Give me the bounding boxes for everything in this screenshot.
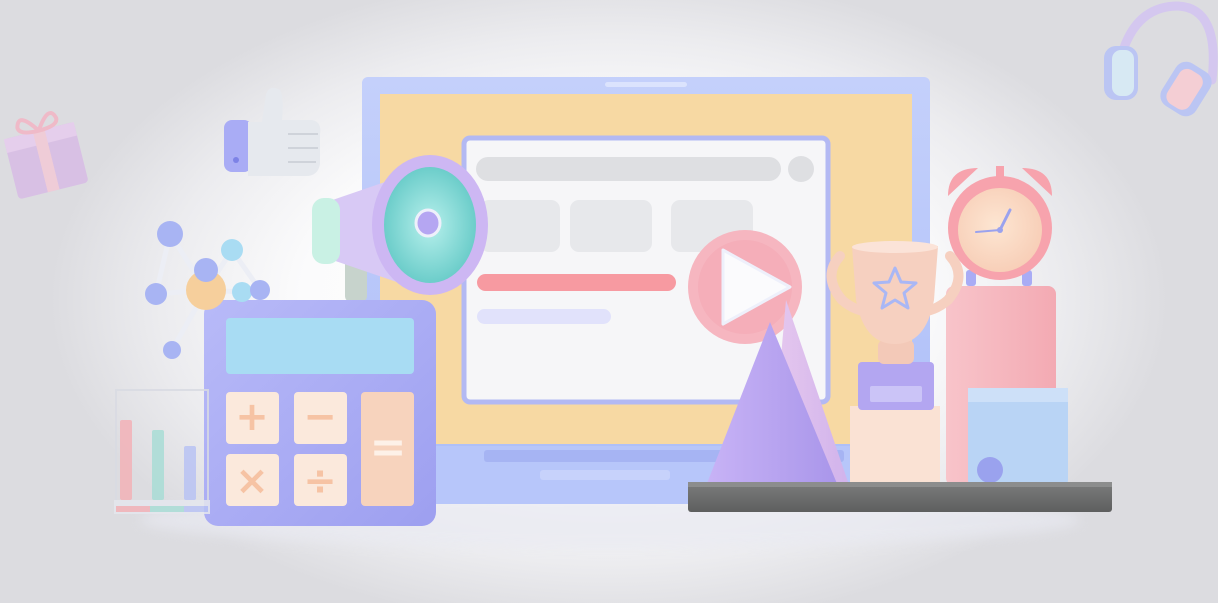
laptop-trackpad bbox=[540, 470, 670, 480]
calc-key-divide-label: ÷ bbox=[303, 458, 337, 504]
illustration-scene: + − × ÷ = bbox=[0, 0, 1218, 603]
alarm-clock-model bbox=[948, 166, 1052, 286]
calc-key-equals-label: = bbox=[370, 422, 407, 473]
atom bbox=[157, 221, 183, 247]
bar-chart-model bbox=[114, 389, 210, 514]
atom bbox=[145, 283, 167, 305]
address-bar bbox=[476, 157, 781, 181]
card-placeholder-1 bbox=[480, 200, 560, 252]
thumbs-up-model bbox=[224, 87, 321, 176]
atom bbox=[250, 280, 270, 300]
small-sphere bbox=[977, 457, 1003, 483]
scene-canvas: + − × ÷ = bbox=[3, 1, 1218, 548]
chart-bar-1 bbox=[120, 420, 132, 500]
megaphone-back bbox=[312, 198, 340, 264]
calculator: + − × ÷ = bbox=[204, 300, 436, 526]
profile-circle bbox=[788, 156, 814, 182]
atom bbox=[194, 258, 218, 282]
card-placeholder-2 bbox=[570, 200, 652, 252]
atom bbox=[163, 341, 181, 359]
megaphone bbox=[312, 155, 488, 302]
megaphone-center bbox=[414, 208, 442, 238]
laptop-camera-bar bbox=[605, 82, 687, 87]
calculator-display bbox=[226, 318, 414, 374]
text-line-placeholder bbox=[477, 309, 611, 324]
progress-bar bbox=[477, 274, 676, 291]
calc-key-minus-label: − bbox=[303, 394, 337, 440]
headphones-model bbox=[1104, 1, 1218, 117]
calc-key-plus-label: + bbox=[235, 394, 269, 440]
calc-key-multiply-label: × bbox=[235, 458, 269, 504]
chart-bar-3 bbox=[184, 446, 196, 500]
gift-box-model bbox=[3, 111, 88, 199]
atom bbox=[221, 239, 243, 261]
atom bbox=[232, 282, 252, 302]
thumb-cuff bbox=[224, 120, 252, 172]
chart-bar-2 bbox=[152, 430, 164, 500]
trophy-pedestal bbox=[850, 406, 940, 486]
